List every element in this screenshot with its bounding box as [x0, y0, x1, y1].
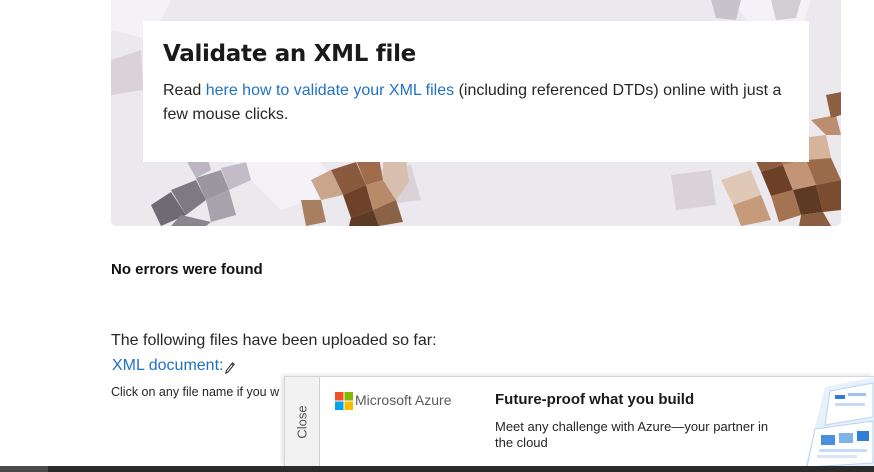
- bottom-bar-segment: [0, 466, 48, 472]
- hero-description: Read here how to validate your XML files…: [163, 79, 788, 127]
- page-title: Validate an XML file: [163, 41, 416, 67]
- ad-brand-name: Microsoft Azure: [355, 392, 452, 408]
- ad-close-label: Close: [294, 405, 310, 439]
- microsoft-logo-icon: [335, 392, 353, 410]
- hero-text-before: Read: [163, 82, 206, 99]
- ad-headline[interactable]: Future-proof what you build: [495, 391, 694, 408]
- validate-help-link[interactable]: here how to validate your XML files: [206, 82, 454, 99]
- validation-status: No errors were found: [111, 261, 263, 278]
- hero-banner: Validate an XML file Read here how to va…: [111, 0, 841, 226]
- file-hint-text: Click on any file name if you w: [111, 385, 280, 399]
- xml-document-link[interactable]: XML document:: [112, 357, 223, 375]
- ad-body-text: Meet any challenge with Azure—your partn…: [495, 419, 769, 450]
- azure-ad-banner[interactable]: Close Microsoft Azure Future-proof what …: [284, 376, 874, 467]
- bottom-bar: [0, 466, 874, 472]
- hero-card: Validate an XML file Read here how to va…: [143, 21, 809, 162]
- uploaded-files-label: The following files have been uploaded s…: [111, 332, 437, 349]
- ad-close-button[interactable]: Close: [285, 377, 320, 467]
- pencil-icon[interactable]: [225, 362, 235, 374]
- ad-dashboard-illustration: [805, 377, 874, 467]
